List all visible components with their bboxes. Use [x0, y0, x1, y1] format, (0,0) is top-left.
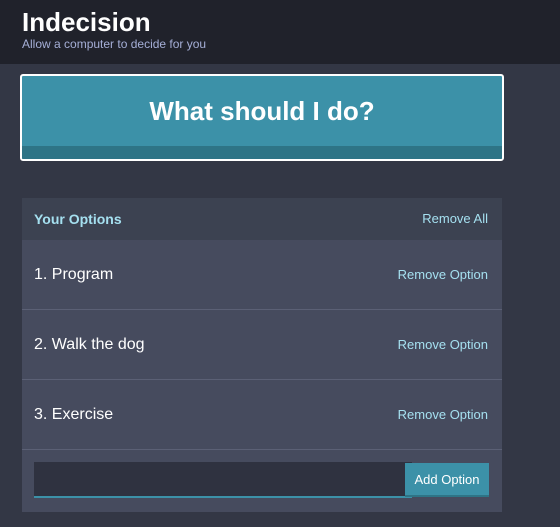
app-subtitle: Allow a computer to decide for you: [22, 37, 207, 51]
option-item: 2. Walk the dog Remove Option: [22, 310, 502, 380]
add-option-form: Add Option: [22, 450, 502, 512]
remove-option-button[interactable]: Remove Option: [398, 267, 488, 283]
what-should-i-do-button[interactable]: What should I do?: [20, 74, 504, 161]
what-should-i-do-label: What should I do?: [149, 96, 375, 126]
button-shadow-band: [22, 146, 502, 159]
option-text: 3. Exercise: [34, 406, 114, 423]
app-header: Indecision Allow a computer to decide fo…: [0, 0, 560, 64]
options-panel: Your Options Remove All 1. Program Remov…: [22, 198, 502, 512]
option-item: 1. Program Remove Option: [22, 240, 502, 310]
remove-option-button[interactable]: Remove Option: [398, 407, 488, 423]
option-text: 1. Program: [34, 266, 114, 283]
add-option-input[interactable]: [34, 462, 412, 498]
remove-option-button[interactable]: Remove Option: [398, 337, 488, 353]
option-item: 3. Exercise Remove Option: [22, 380, 502, 450]
add-option-button[interactable]: Add Option: [405, 463, 489, 497]
app-title: Indecision: [22, 7, 151, 37]
remove-all-button[interactable]: Remove All: [422, 211, 488, 227]
options-title: Your Options: [34, 211, 122, 227]
options-header: Your Options Remove All: [22, 198, 502, 240]
option-text: 2. Walk the dog: [34, 336, 145, 353]
